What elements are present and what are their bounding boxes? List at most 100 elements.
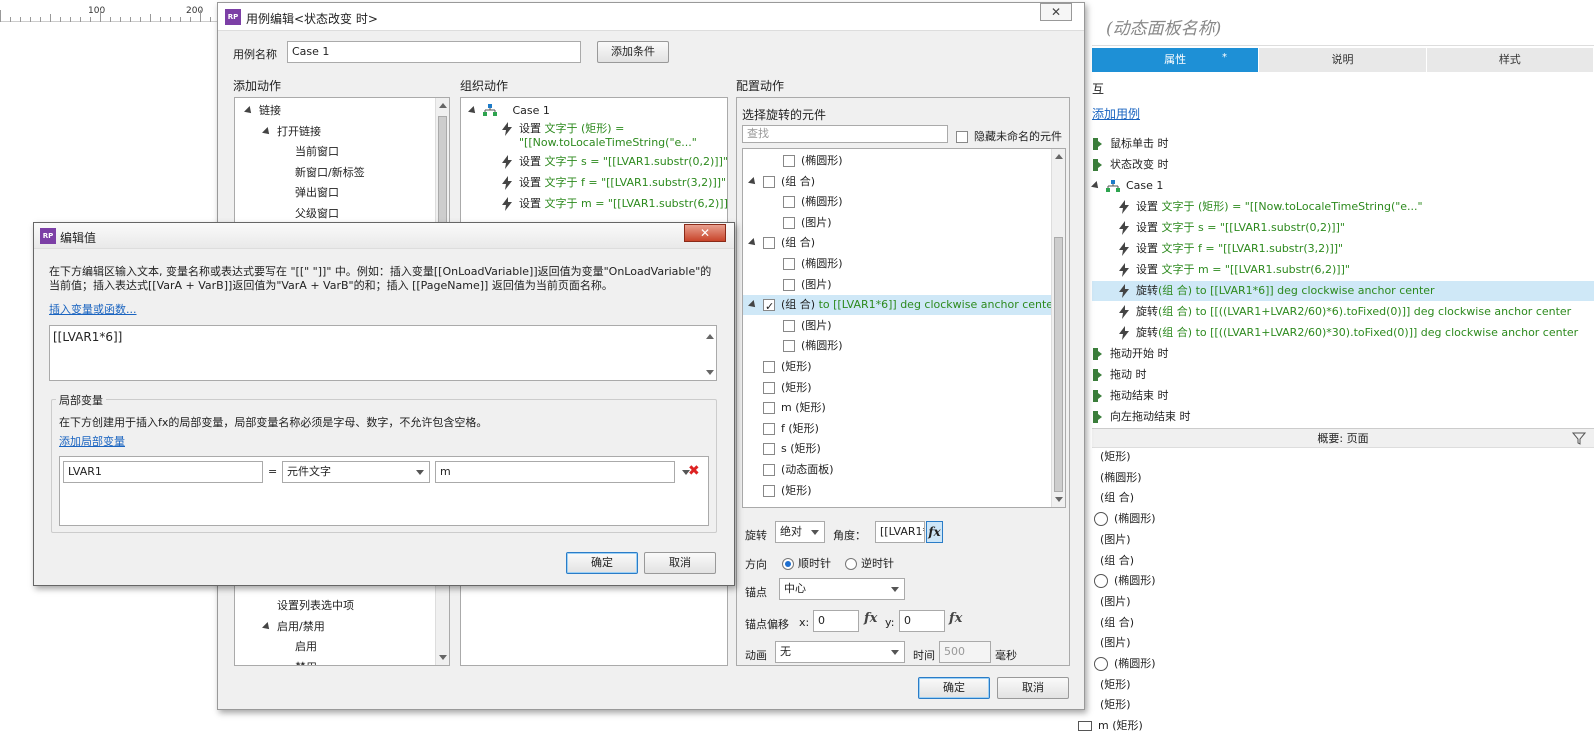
case-row[interactable]: Case 1 (1091, 176, 1163, 196)
widget-row[interactable]: (动态面板) (743, 460, 1051, 480)
widget-checkbox[interactable] (763, 484, 775, 497)
clockwise-radio[interactable] (782, 558, 794, 570)
overview-item[interactable]: (椭圆形) (1094, 571, 1156, 591)
case-name-input[interactable]: Case 1 (287, 41, 581, 63)
widget-row[interactable]: m (矩形) (743, 398, 1051, 418)
widget-row[interactable]: (椭圆形) (743, 254, 1051, 274)
organize-action-row[interactable]: 设置 文字于 s = "[[LVAR1.substr(0,2)]]" (501, 155, 727, 175)
expand-triangle[interactable] (262, 621, 272, 632)
overview-item[interactable]: (图片) (1100, 592, 1131, 612)
overview-item[interactable]: (图片) (1100, 633, 1131, 653)
event-row[interactable]: 鼠标单击 时 (1092, 134, 1169, 154)
widget-row[interactable]: (椭圆形) (743, 192, 1051, 212)
widget-checkbox[interactable] (763, 175, 775, 188)
case-action-row[interactable]: 设置 文字于 s = "[[LVAR1.substr(0,2)]]" (1118, 218, 1345, 238)
expand-triangle[interactable] (748, 300, 758, 311)
event-row[interactable]: 拖动 时 (1092, 365, 1147, 385)
overview-item[interactable]: (矩形) (1100, 695, 1131, 715)
anchor-select[interactable]: 中心 (779, 578, 905, 600)
event-row[interactable]: 状态改变 时 (1092, 155, 1169, 175)
widget-row[interactable]: s (矩形) (743, 439, 1051, 459)
widget-checkbox[interactable] (783, 258, 795, 270)
case-editor-cancel-button[interactable]: 取消 (997, 677, 1069, 699)
widget-row[interactable]: (椭圆形) (743, 151, 1051, 171)
expression-editor[interactable]: [[LVAR1*6]] (49, 325, 717, 381)
widget-checkbox[interactable] (783, 155, 795, 167)
action-tree-item[interactable]: 启用 (295, 637, 317, 657)
angle-input[interactable]: [[LVAR1* (875, 521, 925, 543)
overview-item[interactable]: (椭圆形) (1094, 654, 1156, 674)
widget-checkbox[interactable] (783, 319, 795, 332)
panel-name-field[interactable]: (动态面板名称) (1092, 6, 1594, 46)
widget-checkbox[interactable] (763, 422, 775, 435)
expand-triangle[interactable] (244, 106, 254, 116)
widget-checkbox[interactable] (763, 402, 775, 415)
widget-row[interactable]: (图片) (743, 275, 1051, 295)
organize-case-row[interactable]: Case 1 (468, 101, 550, 121)
action-tree-item[interactable]: 弹出窗口 (295, 183, 339, 203)
case-action-row[interactable]: 旋转(组 合) to [[((LVAR1+LVAR2/60)*30).toFix… (1118, 323, 1578, 343)
widget-row[interactable]: (图片) (743, 213, 1051, 233)
delete-variable-icon[interactable]: ✖ (688, 463, 700, 479)
widget-row[interactable]: (组 合) (743, 233, 1051, 253)
action-tree-item[interactable]: 启用/禁用 (262, 617, 325, 637)
hide-unnamed-option[interactable]: 隐藏未命名的元件 (956, 128, 1062, 144)
widget-checkbox[interactable] (763, 464, 775, 476)
widget-row[interactable]: (组 合) to [[LVAR1*6]] deg clockwise ancho… (743, 295, 1058, 317)
action-tree-item[interactable]: 打开链接 (262, 122, 321, 142)
action-tree-item[interactable]: 禁用 (295, 658, 317, 666)
overview-item[interactable]: (矩形) (1100, 447, 1131, 467)
overview-item[interactable]: (组 合) (1100, 488, 1134, 508)
case-action-row[interactable]: 设置 文字于 m = "[[LVAR1.substr(6,2)]]" (1118, 260, 1350, 280)
animation-select[interactable]: 无 (775, 641, 905, 663)
insert-variable-link[interactable]: 插入变量或函数... (49, 301, 137, 317)
hide-unnamed-checkbox[interactable] (956, 131, 968, 143)
edit-value-cancel-button[interactable]: 取消 (644, 552, 716, 574)
widget-row[interactable]: (组 合) (743, 172, 1051, 192)
close-button[interactable]: ✕ (684, 224, 726, 242)
scroll-up-arrow[interactable] (439, 103, 447, 108)
offset-y-fx-button[interactable]: fx (949, 611, 962, 626)
organize-action-row[interactable]: 设置 文字于 m = "[[LVAR1.substr(6,2)]]" (501, 197, 727, 217)
widget-checkbox[interactable] (783, 278, 795, 291)
action-tree-item[interactable]: 父级窗口 (295, 204, 339, 224)
widget-checkbox[interactable] (763, 443, 775, 456)
overview-item[interactable]: (组 合) (1100, 551, 1134, 571)
add-local-variable-link[interactable]: 添加局部变量 (59, 433, 125, 449)
tab-properties[interactable]: 属性 (1092, 48, 1260, 72)
expand-triangle[interactable] (1091, 181, 1101, 191)
time-input[interactable]: 500 (939, 641, 991, 663)
widget-checkbox[interactable] (763, 361, 775, 373)
tab-style[interactable]: 样式 (1426, 48, 1594, 72)
widget-checkbox[interactable] (783, 216, 795, 229)
clockwise-option[interactable]: 顺时针 (782, 555, 831, 571)
scroll-down-arrow[interactable] (439, 655, 447, 660)
widget-checkbox[interactable] (763, 297, 775, 317)
filter-icon[interactable] (1572, 431, 1586, 445)
widget-row[interactable]: f (矩形) (743, 419, 1051, 439)
scroll-thumb[interactable] (1054, 237, 1063, 492)
add-case-link[interactable]: 添加用例 (1092, 104, 1140, 124)
scroll-up-arrow[interactable] (706, 334, 714, 339)
overview-item[interactable]: (图片) (1100, 530, 1131, 550)
expand-triangle[interactable] (468, 106, 478, 116)
widget-checkbox[interactable] (763, 237, 775, 250)
action-tree-item[interactable]: 设置列表选中项 (277, 596, 354, 616)
widget-search-input[interactable]: 查找 (742, 125, 948, 143)
scroll-up-arrow[interactable] (1055, 154, 1063, 159)
scroll-down-arrow[interactable] (1055, 497, 1063, 502)
counterclockwise-radio[interactable] (845, 558, 857, 570)
overview-item[interactable]: m (矩形) (1078, 716, 1143, 736)
action-tree-item[interactable]: 链接 (244, 101, 281, 121)
event-row[interactable]: 拖动开始 时 (1092, 344, 1169, 364)
widget-tree-scrollbar[interactable] (1051, 149, 1065, 507)
variable-name-input[interactable]: LVAR1 (63, 461, 263, 483)
variable-target-select[interactable]: m (435, 461, 690, 483)
widget-row[interactable]: (图片) (743, 316, 1051, 336)
edit-value-titlebar[interactable]: RP 编辑值 ✕ (34, 223, 734, 249)
widget-checkbox[interactable] (763, 381, 775, 394)
action-tree-item[interactable]: 新窗口/新标签 (295, 163, 365, 183)
widget-checkbox[interactable] (783, 340, 795, 353)
expand-triangle[interactable] (748, 238, 758, 249)
overview-item[interactable]: (椭圆形) (1094, 509, 1156, 529)
